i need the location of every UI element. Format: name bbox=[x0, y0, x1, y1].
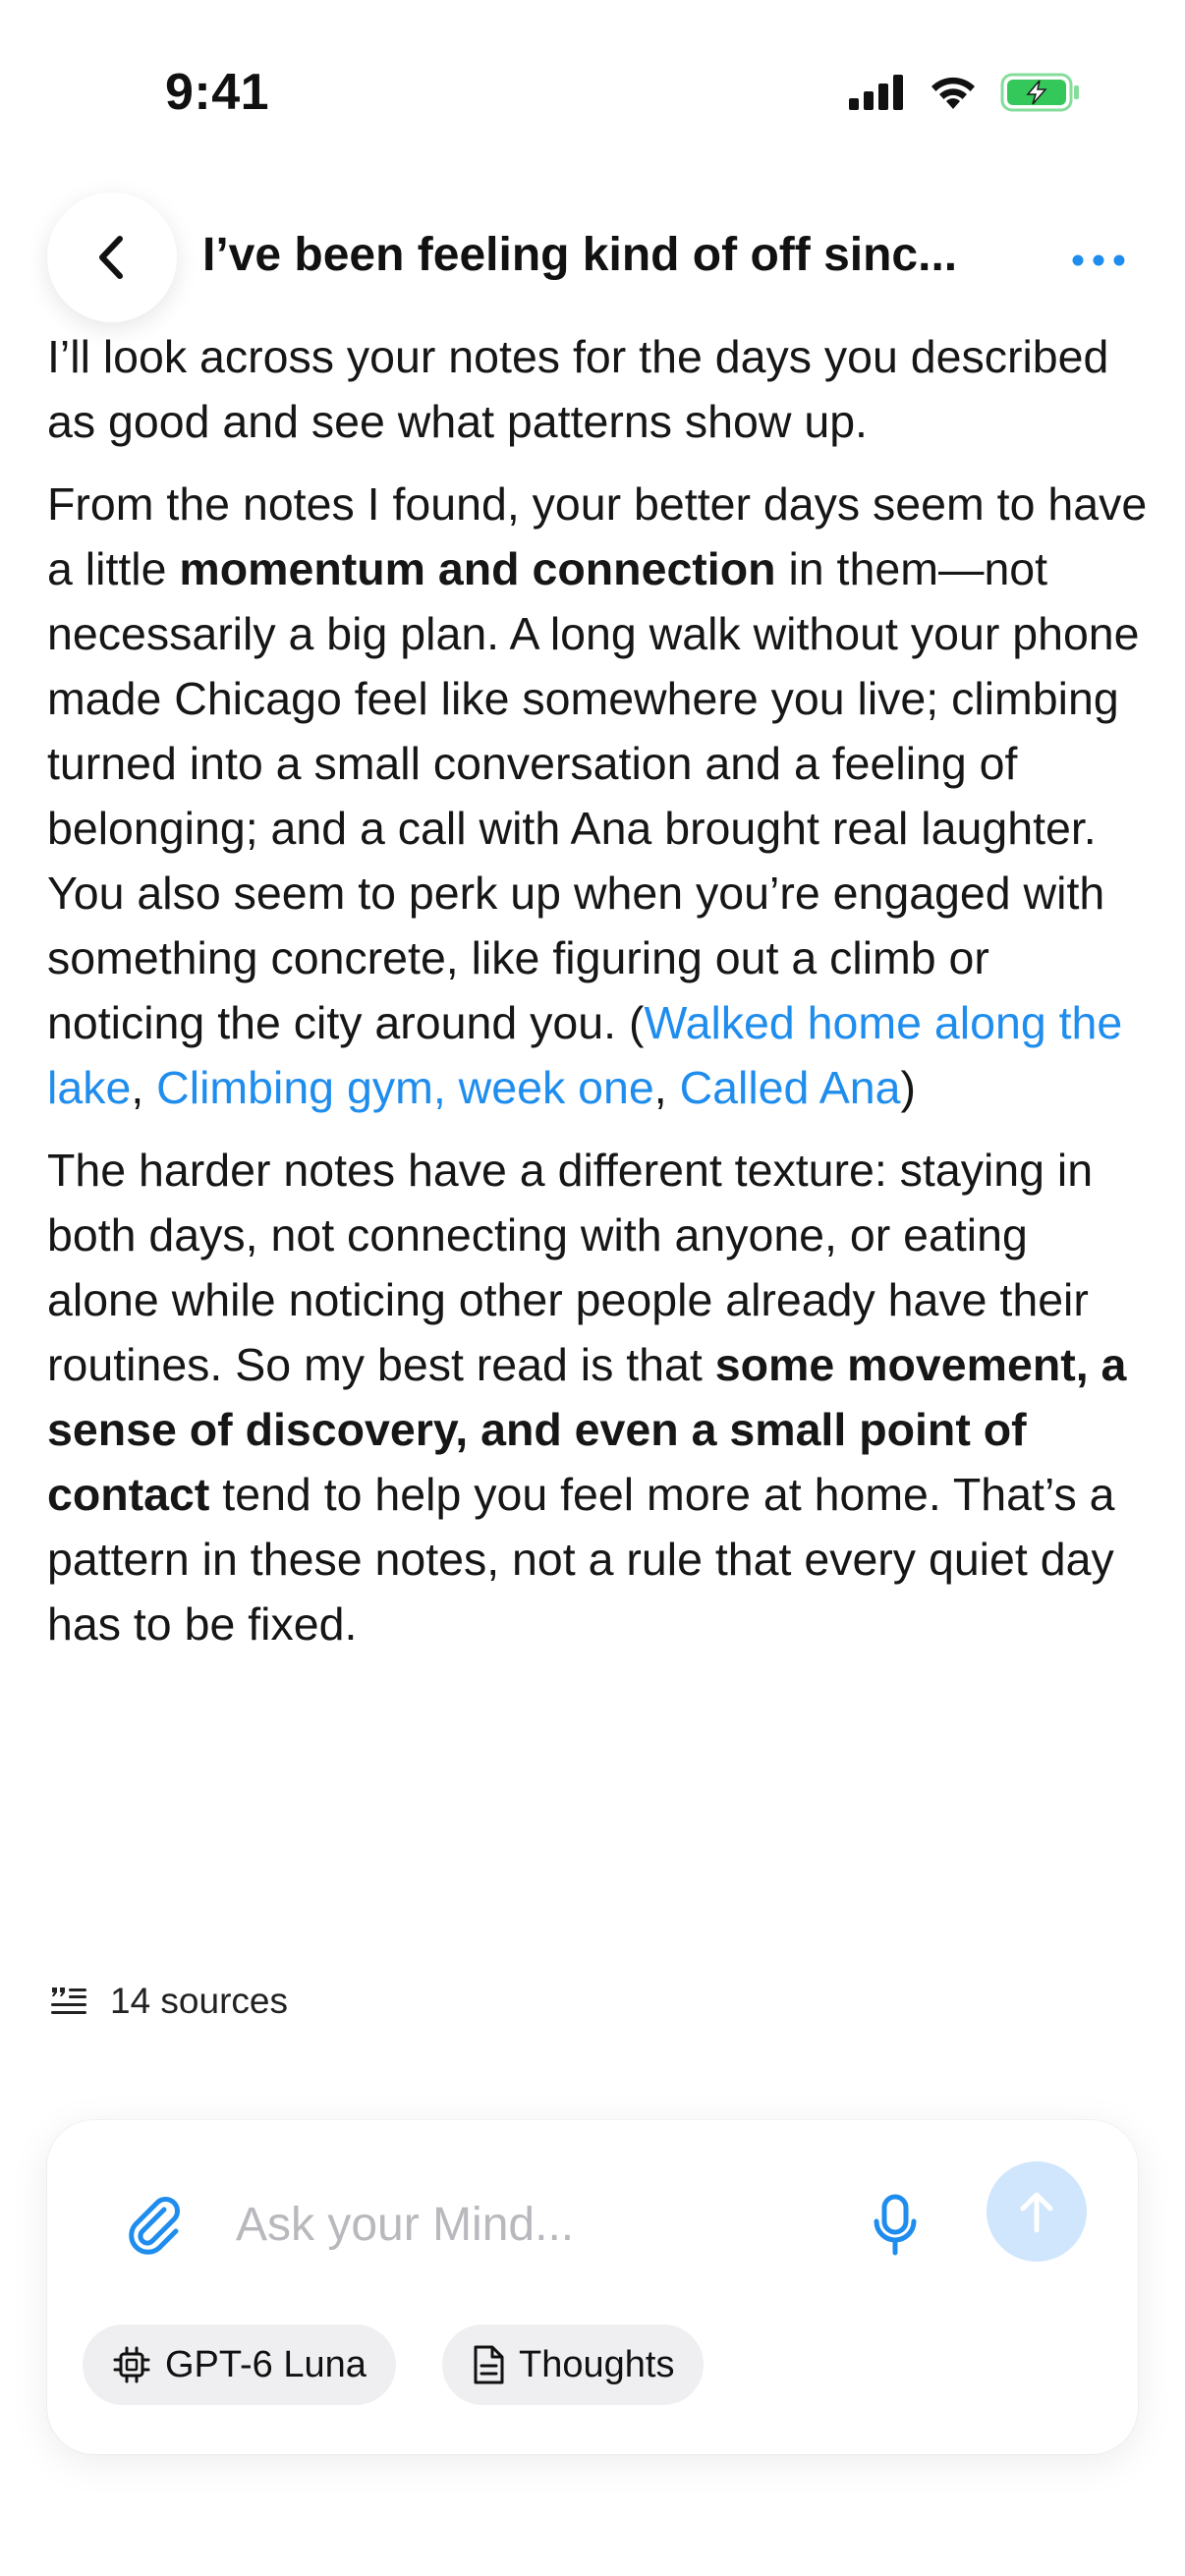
paperclip-icon bbox=[129, 2197, 180, 2255]
back-button[interactable] bbox=[47, 193, 177, 322]
arrow-up-icon bbox=[1020, 2192, 1053, 2233]
cellular-signal-icon bbox=[849, 75, 903, 110]
battery-charging-icon bbox=[1000, 73, 1079, 112]
message-paragraph-3: The harder notes have a different textur… bbox=[47, 1145, 1127, 1650]
send-button[interactable] bbox=[987, 2161, 1087, 2262]
status-icons bbox=[849, 73, 1081, 112]
message-paragraph-2: From the notes I found, your better days… bbox=[47, 478, 1148, 1113]
assistant-message: I’ll look across your notes for the days… bbox=[47, 324, 1148, 1674]
chevron-left-icon bbox=[99, 236, 123, 279]
more-options-button[interactable] bbox=[1059, 226, 1138, 295]
thoughts-chip[interactable]: Thoughts bbox=[442, 2324, 705, 2405]
sources-button[interactable]: 14 sources bbox=[49, 1981, 288, 2022]
emphasis-text: momentum and connection bbox=[179, 543, 776, 594]
source-link-called-ana[interactable]: Called Ana bbox=[680, 1062, 901, 1113]
status-time: 9:41 bbox=[165, 64, 270, 121]
ellipsis-icon bbox=[1072, 254, 1125, 266]
document-icon bbox=[474, 2345, 504, 2384]
microphone-button[interactable] bbox=[851, 2181, 939, 2269]
composer: GPT-6 Luna Thoughts bbox=[47, 2120, 1138, 2454]
source-link-climbing-gym[interactable]: Climbing gym, week one bbox=[156, 1062, 654, 1113]
status-bar: 9:41 bbox=[0, 0, 1185, 187]
chip-icon bbox=[113, 2346, 150, 2383]
microphone-icon bbox=[874, 2194, 917, 2256]
model-selector-chip[interactable]: GPT-6 Luna bbox=[83, 2324, 396, 2405]
wifi-icon bbox=[931, 77, 975, 109]
sources-label: 14 sources bbox=[110, 1981, 288, 2021]
model-chip-label: GPT-6 Luna bbox=[165, 2343, 367, 2385]
thoughts-chip-label: Thoughts bbox=[519, 2343, 675, 2385]
conversation-title: I’ve been feeling kind of off sinc... bbox=[202, 229, 958, 281]
attach-button[interactable] bbox=[116, 2185, 195, 2264]
chat-header: I’ve been feeling kind of off sinc... bbox=[0, 187, 1185, 334]
message-paragraph-1: I’ll look across your notes for the days… bbox=[47, 331, 1109, 447]
ask-input[interactable] bbox=[236, 2175, 845, 2273]
quote-list-icon bbox=[51, 1988, 86, 2014]
